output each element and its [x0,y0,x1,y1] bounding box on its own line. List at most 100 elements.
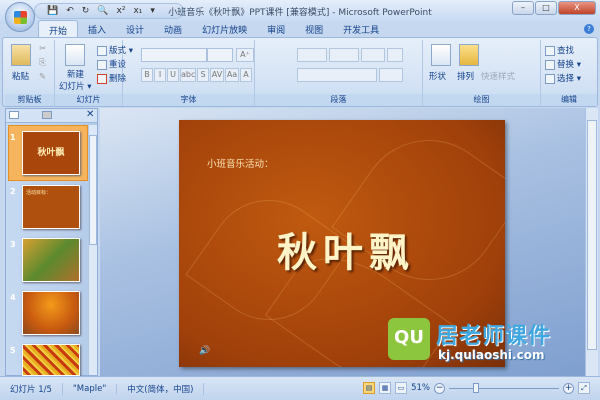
bold-button[interactable]: B [141,68,153,82]
slide-number: 4 [10,293,16,302]
slide-indicator: 幻灯片 1/5 [0,382,63,395]
slide-number: 3 [10,240,16,249]
office-button[interactable] [5,2,35,32]
normal-view-button[interactable]: ▤ [363,382,376,394]
layout-icon [97,45,107,56]
watermark-url: kj.qulaoshi.com [438,348,545,362]
underline-button[interactable]: U [167,68,179,82]
slides-tab-icon[interactable] [9,111,19,119]
shadow-button[interactable]: S [197,68,209,82]
grow-font-button[interactable]: A⁺ [236,48,254,62]
delete-button[interactable]: 删除 [97,72,126,84]
zoom-slider[interactable] [449,382,559,393]
zoom-level[interactable]: 51% [411,383,430,393]
group-slides: 新建 幻灯片 ▾ 版式 ▾ 重设 删除 幻灯片 [55,40,133,106]
vertical-scrollbar[interactable] [585,108,598,376]
slide-number: 1 [10,133,16,142]
paste-button[interactable]: 粘贴 [12,70,29,82]
replace-button[interactable]: 替换 ▾ [545,58,581,70]
tab-developer[interactable]: 开发工具 [333,20,389,37]
panel-tabs: ✕ [6,109,97,123]
tab-slideshow[interactable]: 幻灯片放映 [192,20,257,37]
zoom-in-button[interactable]: + [563,382,574,394]
help-icon[interactable]: ? [584,24,594,34]
reset-button[interactable]: 重设 [97,58,126,70]
minimize-button[interactable]: – [512,1,534,15]
tab-animations[interactable]: 动画 [154,20,192,37]
zoom-out-button[interactable]: − [434,382,445,394]
office-logo-icon [14,11,27,24]
paste-icon [11,44,31,66]
slide-subtitle[interactable]: 小班音乐活动： [207,156,274,170]
strikethrough-button[interactable]: abc [180,68,196,82]
slide-number: 2 [10,187,16,196]
group-label: 字体 [123,94,254,106]
watermark-logo: QU 居老师课件 kj.qulaoshi.com [388,316,573,368]
new-slide-button[interactable]: 新建 [67,68,84,80]
slide-sorter-button[interactable]: ▦ [379,382,392,394]
tab-review[interactable]: 审阅 [257,20,295,37]
bullets-button[interactable] [297,48,327,62]
watermark-logo-mark: QU [388,318,430,360]
arrange-button[interactable]: 排列 [457,70,474,82]
tab-home[interactable]: 开始 [38,20,79,37]
copy-icon[interactable]: ⎘ [39,58,46,68]
close-button[interactable]: X [558,1,596,15]
numbering-button[interactable] [329,48,359,62]
theme-name: "Maple" [63,383,118,394]
group-label: 段落 [255,94,422,106]
zoom-slider-thumb[interactable] [472,382,479,393]
slide-title[interactable]: 秋叶飘 [277,220,415,278]
format-painter-icon[interactable]: ✎ [39,72,46,82]
group-font: A⁺ B I U abc S AV Aa A 字体 [123,40,255,106]
select-button[interactable]: 选择 ▾ [545,72,581,84]
close-panel-icon[interactable]: ✕ [86,109,94,120]
scrollbar-thumb[interactable] [587,120,597,350]
cut-icon[interactable]: ✂ [39,44,46,54]
select-icon [545,73,555,84]
panel-scrollbar[interactable] [88,125,97,375]
replace-label: 替换 ▾ [557,60,581,70]
find-icon [545,45,555,56]
new-slide-dropdown[interactable]: 幻灯片 ▾ [59,80,91,92]
columns-button[interactable] [379,68,403,82]
group-paragraph: 段落 [255,40,423,106]
change-case-button[interactable]: Aa [225,68,239,82]
scrollbar-thumb[interactable] [89,135,97,245]
select-label: 选择 ▾ [557,74,581,84]
find-button[interactable]: 查找 [545,44,574,56]
slide-thumbnail-4[interactable] [22,291,80,335]
arrange-icon [459,44,479,66]
sound-icon[interactable]: 🔊 [199,346,210,356]
tab-design[interactable]: 设计 [116,20,154,37]
font-name-field[interactable] [141,48,207,62]
ribbon-tabs: 开始 插入 设计 动画 幻灯片放映 审阅 视图 开发工具 [0,20,600,37]
indent-button[interactable] [361,48,385,62]
slideshow-button[interactable]: ▭ [395,382,408,394]
slide-thumbnail-2[interactable]: 活动目标： [22,185,80,229]
fit-to-window-button[interactable]: ⤢ [578,382,590,394]
slide-thumbnail-5[interactable] [22,344,80,376]
outline-tab-icon[interactable] [42,111,52,119]
shapes-button[interactable]: 形状 [429,70,446,82]
maximize-button[interactable]: □ [535,1,557,15]
quick-styles-button[interactable]: 快速样式 [481,70,515,82]
tab-insert[interactable]: 插入 [78,20,116,37]
slides-panel: ✕ 1 秋叶飘 2 活动目标： 3 4 5 [5,108,98,376]
font-color-button[interactable]: A [240,68,252,82]
language-indicator[interactable]: 中文(简体，中国) [117,382,205,395]
ribbon: 粘贴 ✂ ⎘ ✎ 剪贴板 新建 幻灯片 ▾ 版式 ▾ 重设 删除 幻灯片 A⁺ … [2,37,598,107]
replace-icon [545,59,555,70]
slide-thumbnail-3[interactable] [22,238,80,282]
font-size-field[interactable] [207,48,233,62]
char-spacing-button[interactable]: AV [210,68,224,82]
group-label: 绘图 [423,94,540,106]
shapes-icon [431,44,451,66]
line-spacing-button[interactable] [387,48,403,62]
slide-thumbnail-1[interactable]: 秋叶飘 [22,131,80,175]
zoom-controls: ▤ ▦ ▭ 51% − + ⤢ [363,382,590,394]
italic-button[interactable]: I [154,68,166,82]
alignment-buttons[interactable] [297,68,377,82]
slide-number: 5 [10,346,16,355]
tab-view[interactable]: 视图 [295,20,333,37]
